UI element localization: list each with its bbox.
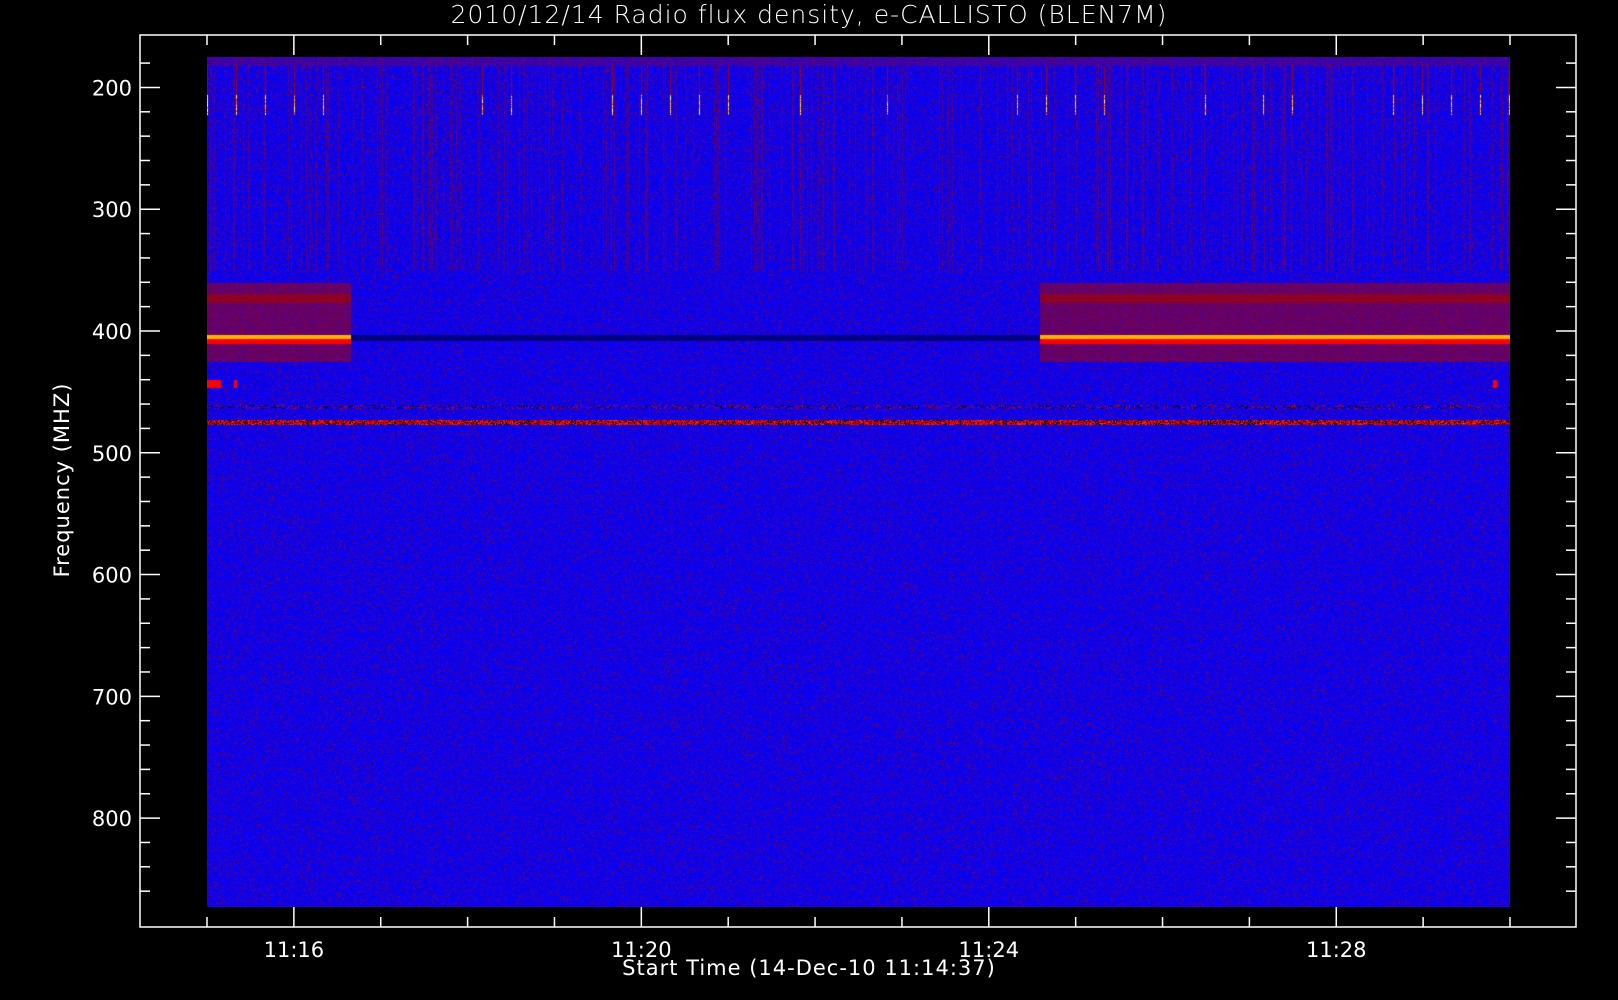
plot-frame	[139, 34, 1577, 928]
y-tick-label: 300	[92, 198, 132, 222]
plot-axes: 11:16 11:20 11:24 11:2820030040050060070080…	[92, 34, 1577, 962]
y-tick-label: 400	[92, 320, 132, 344]
y-tick-label: 700	[92, 685, 132, 709]
y-tick-label: 500	[92, 442, 132, 466]
y-tick-label: 200	[92, 76, 132, 100]
y-axis-label: Frequency (MHZ)	[50, 382, 74, 578]
y-tick-label: 600	[92, 564, 132, 588]
x-axis-label: Start Time (14-Dec-10 11:14:37)	[622, 956, 996, 980]
y-tick-label: 800	[92, 807, 132, 831]
